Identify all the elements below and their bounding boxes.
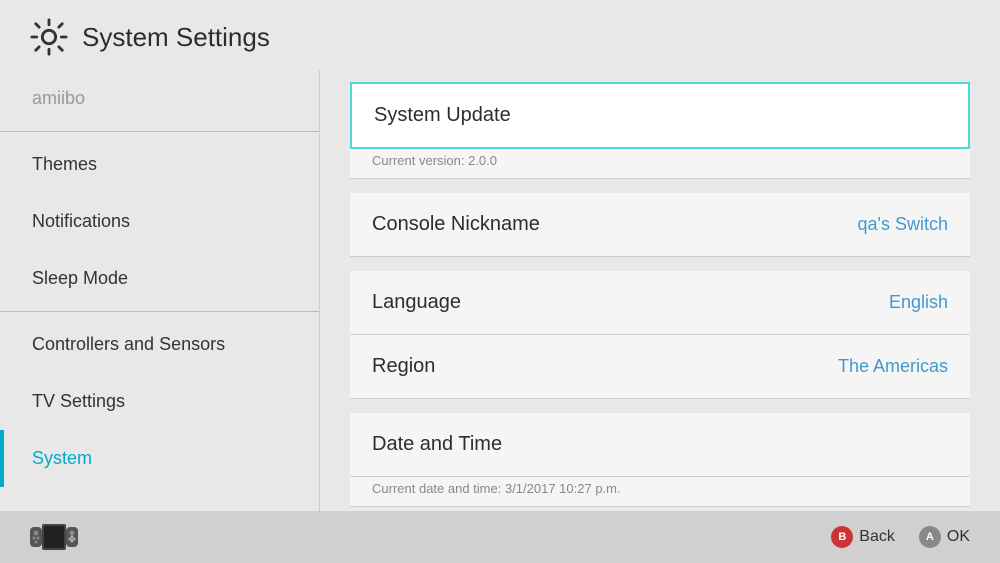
console-nickname-group: Console Nickname qa's Switch xyxy=(350,193,970,257)
ok-label: OK xyxy=(947,528,970,546)
system-update-sub: Current version: 2.0.0 xyxy=(350,149,970,179)
b-button-label: B xyxy=(838,531,846,543)
sidebar-item-sleep-mode[interactable]: Sleep Mode xyxy=(0,250,319,307)
sidebar-item-sleep-mode-label: Sleep Mode xyxy=(32,268,128,288)
back-label: Back xyxy=(859,528,895,546)
sidebar-divider-1 xyxy=(0,131,319,132)
system-update-version: Current version: 2.0.0 xyxy=(372,153,497,168)
back-button[interactable]: B Back xyxy=(831,526,895,548)
footer: B Back A OK xyxy=(0,511,1000,563)
date-time-item[interactable]: Date and Time xyxy=(350,413,970,477)
sidebar-item-system-label: System xyxy=(32,448,92,468)
system-update-group: System Update Current version: 2.0.0 xyxy=(350,82,970,179)
b-button-icon: B xyxy=(831,526,853,548)
sidebar-item-tv-settings-label: TV Settings xyxy=(32,391,125,411)
console-nickname-item[interactable]: Console Nickname qa's Switch xyxy=(350,193,970,257)
sidebar-item-themes[interactable]: Themes xyxy=(0,136,319,193)
sidebar: amiibo Themes Notifications Sleep Mode C… xyxy=(0,70,320,511)
console-icon-area xyxy=(30,523,78,551)
sidebar-divider-2 xyxy=(0,311,319,312)
sidebar-item-notifications[interactable]: Notifications xyxy=(0,193,319,250)
date-time-label: Date and Time xyxy=(372,433,502,456)
a-button-label: A xyxy=(926,531,934,543)
region-label: Region xyxy=(372,355,435,378)
sidebar-item-tv-settings[interactable]: TV Settings xyxy=(0,373,319,430)
footer-buttons: B Back A OK xyxy=(831,526,970,548)
language-item[interactable]: Language English xyxy=(350,271,970,335)
region-value: The Americas xyxy=(838,356,948,377)
console-nickname-value: qa's Switch xyxy=(858,214,948,235)
header: System Settings xyxy=(0,0,1000,70)
date-time-group: Date and Time Current date and time: 3/1… xyxy=(350,413,970,507)
console-nickname-label: Console Nickname xyxy=(372,213,540,236)
ok-button[interactable]: A OK xyxy=(919,526,970,548)
region-item[interactable]: Region The Americas xyxy=(350,335,970,399)
sidebar-item-amiibo-label: amiibo xyxy=(32,88,85,108)
system-update-item[interactable]: System Update xyxy=(350,82,970,149)
a-button-icon: A xyxy=(919,526,941,548)
settings-panel: System Update Current version: 2.0.0 Con… xyxy=(320,70,1000,511)
settings-gear-icon xyxy=(30,18,68,56)
sidebar-item-controllers-label: Controllers and Sensors xyxy=(32,334,225,354)
sidebar-item-system[interactable]: System xyxy=(0,430,319,487)
sidebar-item-amiibo[interactable]: amiibo xyxy=(0,70,319,127)
sidebar-item-themes-label: Themes xyxy=(32,154,97,174)
main-content: amiibo Themes Notifications Sleep Mode C… xyxy=(0,70,1000,511)
page-title: System Settings xyxy=(82,22,270,53)
date-time-sub: Current date and time: 3/1/2017 10:27 p.… xyxy=(350,477,970,507)
sidebar-item-notifications-label: Notifications xyxy=(32,211,130,231)
locale-group: Language English Region The Americas xyxy=(350,271,970,399)
date-time-value: Current date and time: 3/1/2017 10:27 p.… xyxy=(372,481,621,496)
switch-console-icon xyxy=(30,523,78,551)
language-label: Language xyxy=(372,291,461,314)
system-update-label: System Update xyxy=(374,104,511,127)
language-value: English xyxy=(889,292,948,313)
sidebar-item-controllers[interactable]: Controllers and Sensors xyxy=(0,316,319,373)
